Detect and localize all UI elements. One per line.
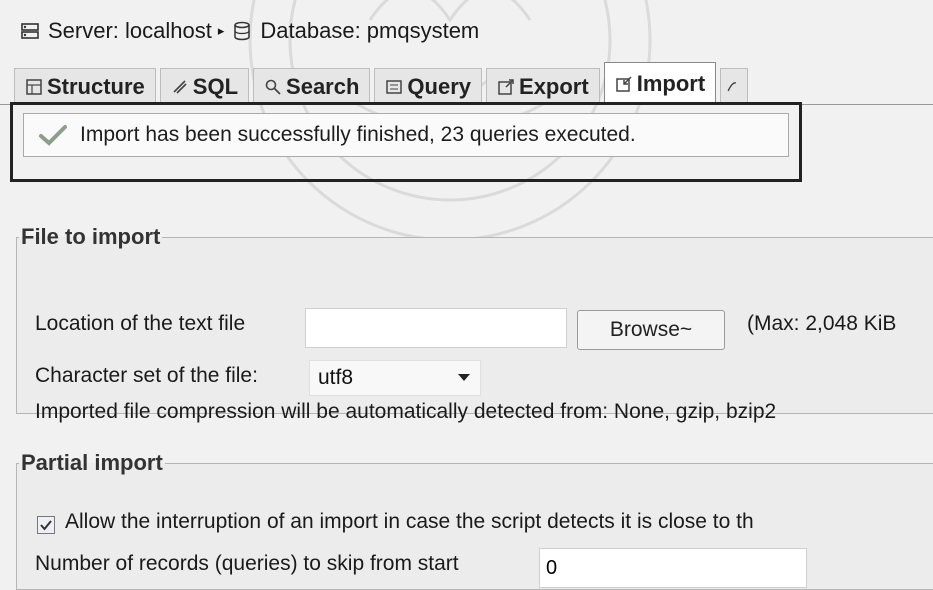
success-notice-highlight: Import has been successfully finished, 2…: [10, 102, 802, 182]
tab-search[interactable]: Search: [253, 68, 371, 104]
tab-export-label: Export: [519, 73, 589, 99]
charset-label: Character set of the file:: [35, 364, 258, 387]
location-label: Location of the text file: [35, 312, 246, 335]
skip-records-label: Number of records (queries) to skip from…: [35, 552, 459, 575]
file-location-input[interactable]: [305, 308, 567, 348]
tab-sql[interactable]: SQL: [159, 68, 250, 104]
breadcrumb: Server: localhost ▸ Database: pmqsystem: [20, 14, 479, 48]
breadcrumb-database-link[interactable]: Database: pmqsystem: [260, 18, 479, 44]
charset-select[interactable]: utf8: [309, 360, 481, 396]
tab-query-label: Query: [407, 73, 472, 99]
compression-note: Imported file compression will be automa…: [35, 400, 777, 423]
import-icon: [615, 75, 632, 92]
structure-icon: [26, 78, 42, 95]
tab-structure-label: Structure: [47, 73, 145, 99]
success-message: Import has been successfully finished, 2…: [80, 123, 636, 146]
database-icon: [234, 21, 251, 41]
tab-search-label: Search: [286, 73, 360, 99]
success-notice: Import has been successfully finished, 2…: [23, 113, 789, 157]
tab-sql-label: SQL: [192, 73, 239, 99]
partial-import-legend: Partial import: [21, 450, 163, 475]
tab-export[interactable]: Export: [486, 68, 600, 104]
tab-import[interactable]: Import: [603, 62, 717, 104]
tab-more[interactable]: [720, 68, 749, 104]
tab-bar: Structure SQL Search Query Export Import: [0, 62, 933, 105]
operations-icon: [727, 81, 737, 91]
checkmark-icon: [40, 520, 52, 531]
allow-interrupt-checkbox[interactable]: [37, 516, 55, 534]
search-icon: [265, 79, 281, 95]
skip-records-input[interactable]: [539, 548, 807, 588]
breadcrumb-separator: ▸: [217, 23, 225, 38]
check-icon: [39, 125, 67, 146]
tab-import-label: Import: [636, 70, 706, 96]
chevron-down-icon: [458, 374, 470, 381]
query-icon: [386, 79, 403, 94]
sql-icon: [173, 79, 187, 94]
file-to-import-section: File to import Location of the text file…: [16, 224, 933, 423]
breadcrumb-server-link[interactable]: Server: localhost: [48, 18, 212, 44]
partial-import-section: Partial import Allow the interruption of…: [16, 450, 933, 590]
export-icon: [498, 78, 514, 95]
server-icon: [21, 23, 39, 39]
file-to-import-legend: File to import: [21, 224, 161, 249]
tab-query[interactable]: Query: [374, 68, 483, 104]
charset-value: utf8: [318, 366, 354, 389]
tab-structure[interactable]: Structure: [14, 68, 156, 104]
browse-button[interactable]: Browse~: [577, 310, 725, 350]
max-size-label: (Max: 2,048 KiB: [747, 312, 897, 335]
allow-interrupt-label: Allow the interruption of an import in c…: [65, 510, 754, 533]
